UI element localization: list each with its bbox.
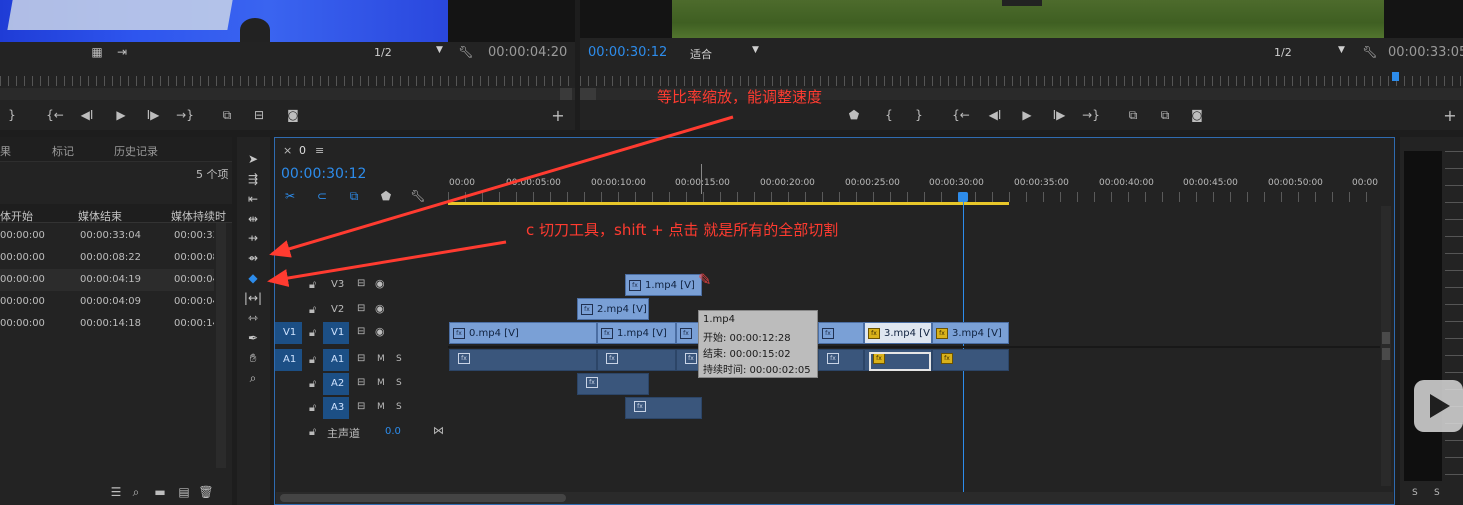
annotation-razor: c 切刀工具，shift + 点击 就是所有的全部切割 (526, 221, 839, 239)
annotation-arrows (267, 115, 734, 287)
annotation-rate-stretch: 等比率缩放，能调整速度 (657, 88, 823, 106)
arrow-razor (267, 240, 507, 287)
